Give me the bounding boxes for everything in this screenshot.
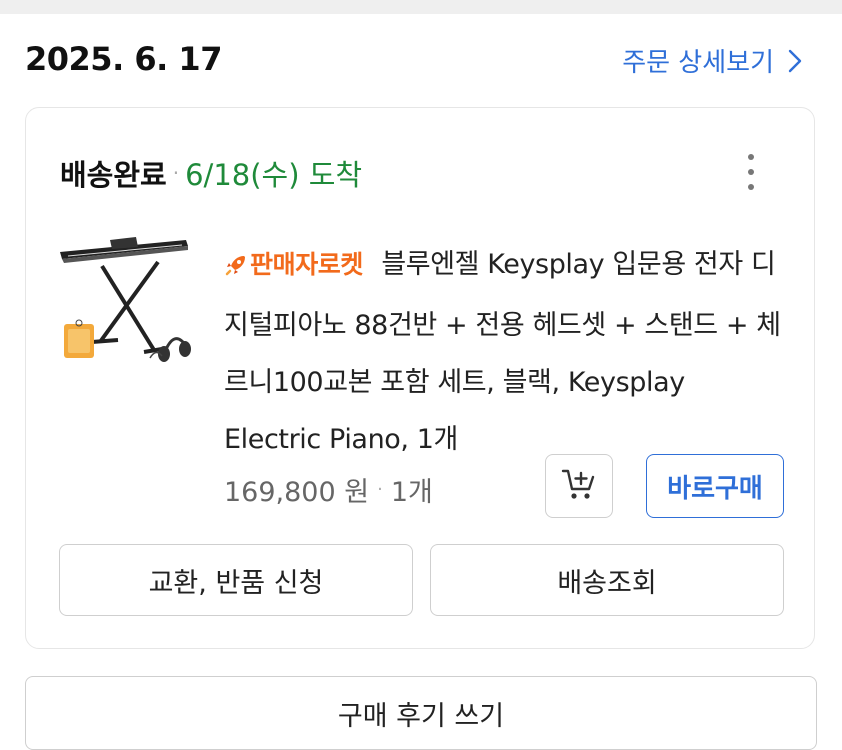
order-detail-link[interactable]: 주문 상세보기 [622, 42, 802, 79]
add-to-cart-button[interactable] [545, 454, 613, 518]
delivery-status: 배송완료 · 6/18(수) 도착 [60, 152, 362, 194]
rocket-icon [224, 240, 248, 297]
delivery-status-label: 배송완료 [60, 158, 167, 192]
product-image[interactable] [58, 232, 192, 366]
product-title: 블루엔젤 Keysplay 입문용 전자 디지털피아노 88건반 + 전용 헤드… [224, 249, 781, 455]
price-separator: · [377, 479, 383, 500]
digital-piano-icon [60, 237, 191, 362]
buy-now-button[interactable]: 바로구매 [646, 454, 784, 518]
seller-rocket-label: 판매자로켓 [250, 250, 364, 279]
order-card: 배송완료 · 6/18(수) 도착 판매자로켓 블루엔젤 Keysplay 입문… [25, 107, 815, 649]
more-vertical-icon[interactable] [746, 154, 756, 190]
write-review-button[interactable]: 구매 후기 쓰기 [25, 676, 817, 750]
top-divider-bar [0, 0, 842, 14]
add-to-cart-icon [561, 467, 597, 505]
order-detail-label: 주문 상세보기 [622, 48, 774, 78]
price-row: 169,800 원 · 1개 [224, 470, 433, 509]
product-title-block[interactable]: 판매자로켓 블루엔젤 Keysplay 입문용 전자 디지털피아노 88건반 +… [224, 236, 784, 468]
order-date: 2025. 6. 17 [25, 40, 222, 78]
delivery-tracking-button[interactable]: 배송조회 [430, 544, 784, 616]
exchange-return-button[interactable]: 교환, 반품 신청 [59, 544, 413, 616]
product-price: 169,800 원 [224, 477, 370, 508]
seller-rocket-badge: 판매자로켓 [224, 250, 371, 279]
product-quantity: 1개 [390, 477, 433, 508]
arrival-date: 6/18(수) 도착 [185, 158, 363, 192]
chevron-right-icon [788, 49, 802, 73]
status-separator: · [172, 161, 180, 185]
